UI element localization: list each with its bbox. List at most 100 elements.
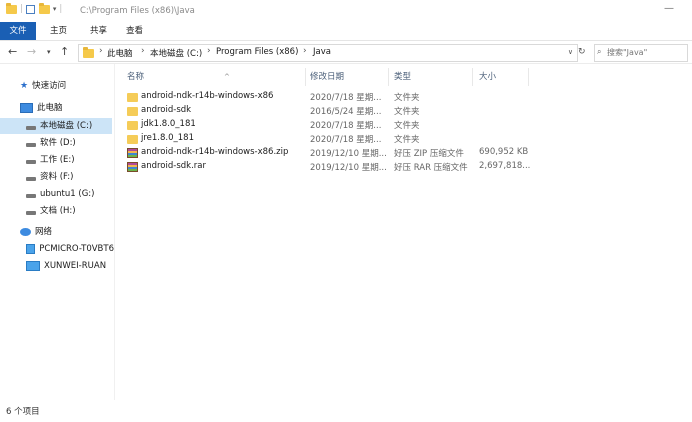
nav-label: 工作 (E:) [40, 155, 75, 165]
nav-label: 资料 (F:) [40, 172, 74, 182]
file-row[interactable]: android-ndk-r14b-windows-x86 2020/7/18 星… [125, 90, 545, 104]
file-size: 690,952 KB [479, 147, 529, 157]
file-type: 好压 ZIP 压缩文件 [394, 149, 464, 159]
column-divider[interactable] [305, 68, 306, 86]
file-date: 2019/12/10 星期... [310, 149, 387, 159]
file-type: 文件夹 [394, 121, 420, 131]
column-header-size[interactable]: 大小 [479, 68, 529, 86]
nav-drive-g[interactable]: ubuntu1 (G:) [26, 186, 112, 202]
file-row[interactable]: android-ndk-r14b-windows-x86.zip 2019/12… [125, 146, 545, 160]
file-name: jre1.8.0_181 [141, 133, 195, 143]
star-icon: ★ [20, 81, 29, 91]
customize-toolbar-icon[interactable]: ▾ [53, 5, 57, 13]
breadcrumb-chevron-icon[interactable]: › [303, 46, 307, 56]
nav-quick-access[interactable]: ★ 快速访问 [20, 78, 110, 94]
ribbon: 文件 主页 共享 查看 [0, 22, 692, 41]
archive-icon [127, 148, 138, 158]
drive-icon [26, 160, 36, 164]
minimize-button[interactable]: — [664, 3, 674, 14]
breadcrumb-chevron-icon[interactable]: › [141, 46, 145, 56]
column-header-type[interactable]: 类型 [394, 68, 474, 86]
file-row[interactable]: android-sdk.rar 2019/12/10 星期... 好压 RAR … [125, 160, 545, 174]
file-type: 文件夹 [394, 107, 420, 117]
nav-this-pc[interactable]: 此电脑 [20, 100, 110, 116]
address-bar[interactable]: › 此电脑 › 本地磁盘 (C:) › Program Files (x86) … [78, 44, 578, 62]
file-row[interactable]: jdk1.8.0_181 2020/7/18 星期... 文件夹 [125, 118, 545, 132]
drive-icon [26, 143, 36, 147]
breadcrumb-chevron-icon[interactable]: › [207, 46, 211, 56]
status-bar: 6 个项目 [0, 400, 692, 422]
file-name: android-sdk.rar [141, 161, 206, 171]
breadcrumb-program-files[interactable]: Program Files (x86) [216, 47, 298, 57]
nav-label: 软件 (D:) [40, 138, 76, 148]
network-icon [20, 228, 31, 236]
nav-label: 此电脑 [37, 103, 63, 113]
properties-icon[interactable] [25, 4, 35, 14]
tab-file[interactable]: 文件 [0, 22, 36, 40]
nav-drive-f[interactable]: 资料 (F:) [26, 169, 112, 185]
drive-icon [26, 177, 36, 181]
computer-icon [20, 103, 33, 113]
navigation-pane: ★ 快速访问 此电脑 本地磁盘 (C:) 软件 (D:) 工作 (E:) 资料 … [0, 64, 114, 400]
refresh-icon[interactable]: ↻ [578, 47, 586, 57]
tab-view[interactable]: 查看 [118, 22, 151, 40]
search-input[interactable] [595, 45, 685, 59]
archive-icon [127, 162, 138, 172]
quick-access-toolbar: | ▾ | [6, 2, 65, 14]
address-dropdown-icon[interactable]: ∨ [568, 48, 573, 56]
column-header-name[interactable]: 名称 ^ [127, 68, 307, 86]
drive-icon [26, 211, 36, 215]
nav-drive-e[interactable]: 工作 (E:) [26, 152, 112, 168]
nav-label: 本地磁盘 (C:) [40, 121, 93, 131]
folder-icon [127, 107, 138, 116]
folder-icon [83, 47, 94, 58]
nav-drive-h[interactable]: 文档 (H:) [26, 203, 112, 219]
nav-label: XUNWEI-RUAN [44, 261, 107, 271]
new-folder-icon[interactable] [38, 2, 50, 14]
search-box[interactable]: ⌕ [594, 44, 688, 62]
nav-drive-d[interactable]: 软件 (D:) [26, 135, 112, 151]
tab-home[interactable]: 主页 [42, 22, 75, 40]
column-header-date[interactable]: 修改日期 [310, 68, 390, 86]
file-row[interactable]: android-sdk 2016/5/24 星期... 文件夹 [125, 104, 545, 118]
nav-computer-xunwei[interactable]: XUNWEI-RUAN [26, 258, 114, 274]
up-arrow-icon[interactable]: ↑ [60, 45, 69, 58]
drive-icon [26, 126, 36, 130]
file-date: 2019/12/10 星期... [310, 163, 387, 173]
forward-arrow-icon[interactable]: → [27, 45, 36, 58]
nav-label: ubuntu1 (G:) [40, 189, 95, 199]
breadcrumb-java[interactable]: Java [313, 47, 331, 57]
file-date: 2020/7/18 星期... [310, 121, 382, 131]
folder-icon [127, 135, 138, 144]
file-type: 好压 RAR 压缩文件 [394, 163, 468, 173]
file-list-pane: 名称 ^ 修改日期 类型 大小 android-ndk-r14b-windows… [115, 64, 692, 400]
nav-label: 网络 [35, 227, 53, 237]
breadcrumb-drive-c[interactable]: 本地磁盘 (C:) [150, 47, 202, 59]
file-row[interactable]: jre1.8.0_181 2020/7/18 星期... 文件夹 [125, 132, 545, 146]
column-divider[interactable] [388, 68, 389, 86]
file-date: 2016/5/24 星期... [310, 107, 382, 117]
folder-icon [6, 2, 17, 14]
nav-computer-pcmicro[interactable]: PCMICRO-T0VBT6 [26, 241, 114, 257]
file-size: 2,697,818... [479, 161, 531, 171]
nav-network[interactable]: 网络 [20, 224, 110, 240]
title-bar: | ▾ | C:\Program Files (x86)\Java — [0, 0, 692, 22]
file-name: android-ndk-r14b-windows-x86 [141, 91, 274, 101]
file-name: android-ndk-r14b-windows-x86.zip [141, 147, 289, 157]
monitor-icon [26, 261, 40, 271]
back-arrow-icon[interactable]: ← [8, 45, 17, 58]
nav-drive-c[interactable]: 本地磁盘 (C:) [0, 118, 112, 134]
recent-locations-chevron-icon[interactable]: ▾ [47, 48, 51, 56]
breadcrumb-this-pc[interactable]: 此电脑 [107, 47, 133, 59]
search-icon: ⌕ [597, 47, 602, 56]
address-row: ← → ▾ ↑ › 此电脑 › 本地磁盘 (C:) › Program File… [0, 41, 692, 64]
nav-label: PCMICRO-T0VBT6 [39, 244, 114, 254]
monitor-icon [26, 244, 36, 254]
file-date: 2020/7/18 星期... [310, 135, 382, 145]
column-divider[interactable] [472, 68, 473, 86]
tab-share[interactable]: 共享 [82, 22, 115, 40]
file-date: 2020/7/18 星期... [310, 93, 382, 103]
sort-caret-icon: ^ [224, 73, 230, 81]
column-divider[interactable] [528, 68, 529, 86]
breadcrumb-chevron-icon[interactable]: › [99, 46, 103, 56]
